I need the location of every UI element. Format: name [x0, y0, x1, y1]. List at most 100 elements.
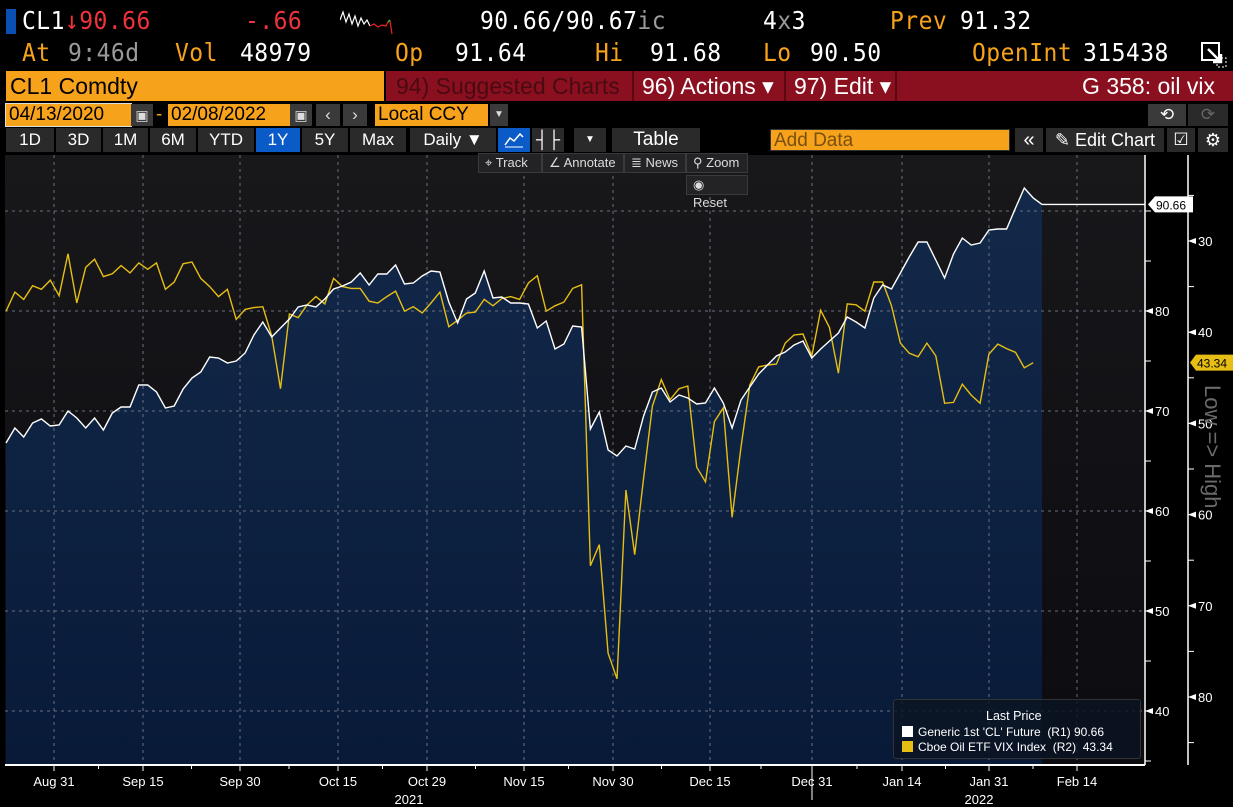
legend-item-cl1[interactable]: Generic 1st 'CL' Future (R1) 90.66 — [902, 725, 1104, 740]
r2-tick-label: 60 — [1198, 508, 1212, 523]
ask: /90.67 — [551, 6, 638, 35]
edit-chart-label: Edit Chart — [1075, 130, 1156, 150]
r1-tick-label: 70 — [1155, 404, 1169, 419]
ask-suffix: ic — [637, 6, 667, 35]
x-tick-label: Feb 14 — [1057, 774, 1097, 789]
r2-tick-marker — [1188, 511, 1196, 518]
open-interest-value: 315438 — [1083, 38, 1169, 67]
chevron-down-icon[interactable]: ▼ — [490, 104, 508, 126]
annotate-button[interactable]: ∠ Annotate — [542, 153, 624, 173]
bid: 90.66 — [480, 6, 552, 35]
x-tick-label: Sep 15 — [122, 774, 163, 789]
legend-axis: (R2) — [1052, 740, 1077, 754]
legend-title: Last Price — [986, 709, 1042, 723]
r1-tick-label: 60 — [1155, 504, 1169, 519]
track-label: Track — [495, 155, 528, 170]
line-chart-icon[interactable] — [498, 128, 530, 152]
x-tick-label: Jan 31 — [969, 774, 1008, 789]
zoom-button[interactable]: ⚲ Zoom — [686, 153, 748, 173]
legend-axis: (R1) — [1047, 725, 1071, 739]
prev-period-button[interactable]: ‹ — [316, 104, 340, 126]
r1-tick-marker — [1145, 608, 1153, 614]
collapse-button[interactable]: « — [1015, 128, 1043, 152]
r2-tick-label: 80 — [1198, 690, 1212, 705]
year-label: 2021 — [395, 792, 424, 807]
x-tick-label: Jan 14 — [882, 774, 921, 789]
chart-type-dropdown[interactable]: ▼ — [574, 128, 606, 152]
calendar-icon[interactable]: ▣ — [131, 104, 153, 126]
r1-tick-marker — [1145, 708, 1153, 714]
edit-chart-button[interactable]: ✎ Edit Chart — [1046, 128, 1164, 152]
ask-size: 3 — [791, 6, 806, 35]
suggested-charts-button[interactable]: 94) Suggested Charts — [390, 71, 630, 101]
legend-swatch — [902, 741, 913, 752]
actions-menu[interactable]: 96) Actions ▾ — [632, 71, 782, 101]
period-button-3d[interactable]: 3D — [56, 128, 101, 152]
next-period-button[interactable]: › — [343, 104, 367, 126]
news-button[interactable]: ≣ News — [624, 153, 686, 173]
legend-value: 43.34 — [1082, 740, 1113, 754]
bid-size: 4 — [763, 6, 778, 35]
reset-button[interactable]: ◉ Reset — [686, 175, 748, 210]
reset-label: Reset — [693, 195, 727, 210]
redo-button[interactable]: ⟳ — [1188, 104, 1228, 126]
end-date-field[interactable]: 02/08/2022 — [168, 104, 290, 126]
add-data-input[interactable]: Add Data — [770, 129, 1010, 151]
gear-icon[interactable]: ⚙ — [1198, 128, 1228, 152]
r1-tick-label: 80 — [1155, 304, 1169, 319]
security-input[interactable]: CL1 Comdty — [6, 71, 384, 101]
chart-settings-edit-icon[interactable]: ☑ — [1167, 128, 1195, 152]
bid-ask-size: 4x3 — [763, 6, 806, 35]
at-label: At — [22, 38, 51, 67]
track-button[interactable]: ⌖ Track — [478, 153, 542, 173]
popout-icon[interactable] — [1200, 41, 1228, 69]
r2-tick-marker — [1188, 420, 1196, 427]
last-price: 90.66 — [79, 6, 151, 35]
r2-tick-label: 70 — [1198, 599, 1212, 614]
r1-tick-label: 50 — [1155, 604, 1169, 619]
period-button-ytd[interactable]: YTD — [198, 128, 254, 152]
edit-menu[interactable]: 97) Edit ▾ — [784, 71, 897, 101]
x-tick-label: Sep 30 — [219, 774, 260, 789]
open-label: Op — [395, 38, 424, 67]
high-value: 91.68 — [650, 38, 722, 67]
date-separator: - — [156, 104, 163, 125]
frequency-select[interactable]: Daily ▼ — [410, 128, 496, 152]
reset-icon: ◉ — [693, 177, 705, 192]
bar-chart-icon[interactable]: ┤├ — [532, 128, 564, 152]
legend-value: 90.66 — [1074, 725, 1105, 739]
r2-tick-marker — [1188, 602, 1196, 609]
chart-legend: Last Price Generic 1st 'CL' Future (R1) … — [893, 699, 1141, 759]
x-tick-label: Oct 29 — [408, 774, 446, 789]
chart-title: G 358: oil vix — [1082, 73, 1215, 99]
r1-tick-marker — [1145, 508, 1153, 514]
calendar-icon[interactable]: ▣ — [290, 104, 312, 126]
down-arrow-icon: ↓ — [64, 6, 80, 35]
undo-button[interactable]: ⟲ — [1148, 104, 1186, 126]
news-icon: ≣ — [631, 155, 646, 170]
r1-tick-label: 40 — [1155, 704, 1169, 719]
start-date-field[interactable]: 04/13/2020 — [5, 103, 132, 127]
legend-swatch — [902, 726, 913, 737]
table-button[interactable]: Table — [612, 128, 700, 152]
year-label: 2022 — [965, 792, 994, 807]
r1-tick-marker — [1145, 308, 1153, 314]
pencil-icon: ✎ — [1054, 130, 1076, 150]
r2-tick-marker — [1188, 694, 1196, 700]
prev-value: 91.32 — [960, 6, 1032, 35]
cl1-last-value: 90.66 — [1156, 198, 1186, 212]
period-button-1d[interactable]: 1D — [6, 128, 54, 152]
x-tick-label: Nov 15 — [503, 774, 544, 789]
x-tick-label: Aug 31 — [33, 774, 74, 789]
zoom-label: Zoom — [706, 155, 740, 170]
period-button-max[interactable]: Max — [350, 128, 406, 152]
period-button-1y[interactable]: 1Y — [256, 128, 300, 152]
period-button-6m[interactable]: 6M — [150, 128, 196, 152]
magnifier-icon: ⚲ — [693, 155, 707, 170]
period-button-1m[interactable]: 1M — [103, 128, 148, 152]
period-button-5y[interactable]: 5Y — [302, 128, 348, 152]
currency-select[interactable]: Local CCY — [375, 104, 488, 126]
prev-label: Prev — [890, 6, 948, 35]
r2-tick-label: 40 — [1198, 325, 1212, 340]
legend-item-vix[interactable]: Cboe Oil ETF VIX Index (R2) 43.34 — [902, 740, 1113, 755]
